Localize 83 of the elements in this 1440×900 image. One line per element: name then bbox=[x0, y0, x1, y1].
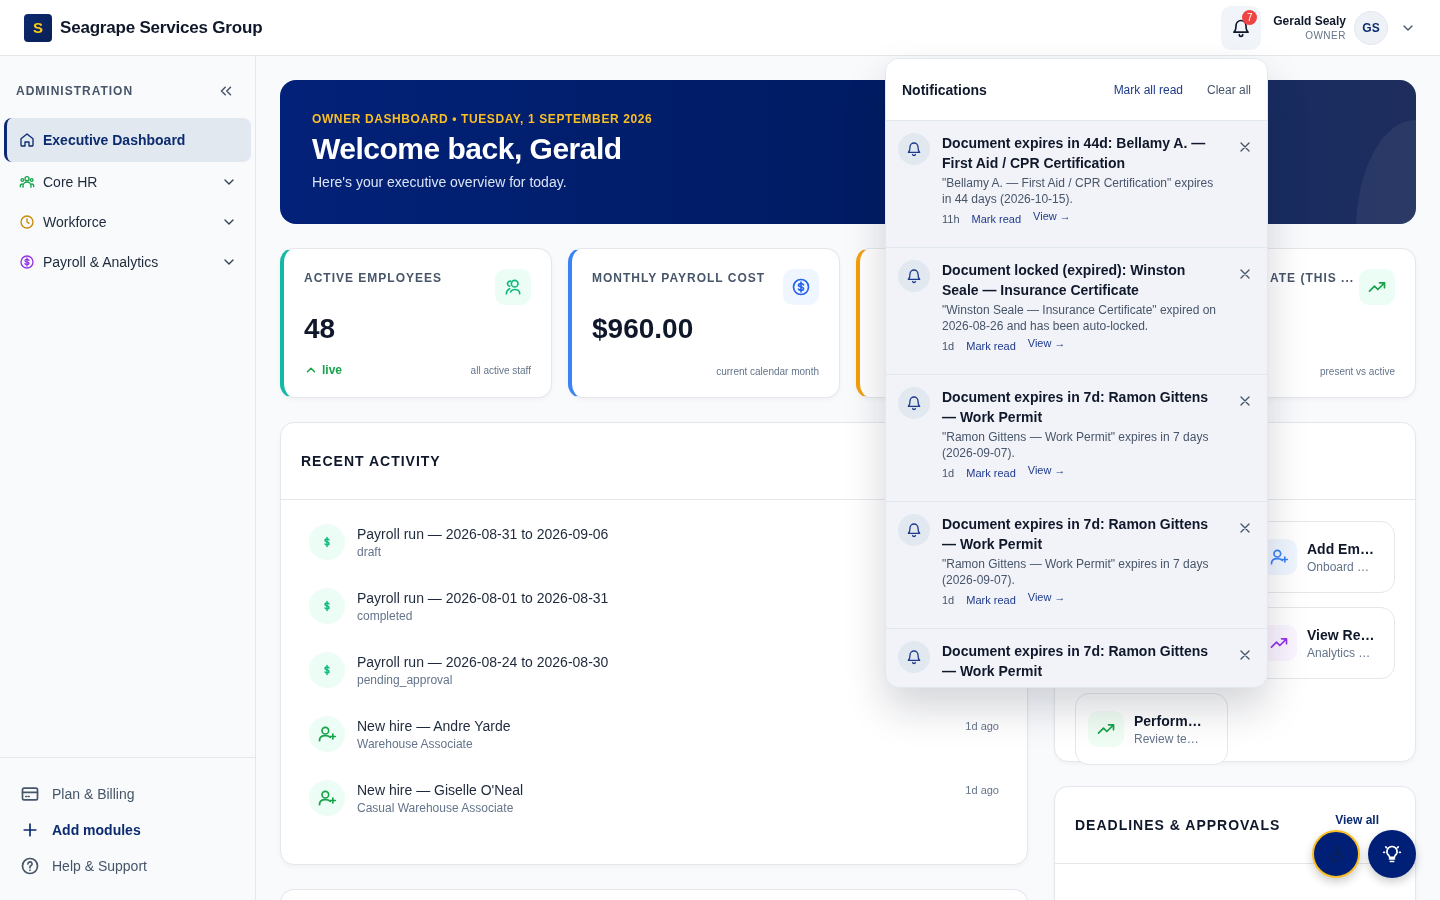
sidebar-footer-link[interactable]: Plan & Billing bbox=[20, 776, 255, 812]
card-title: DEADLINES & APPROVALS bbox=[1075, 817, 1281, 833]
view-link[interactable]: View → bbox=[1027, 337, 1066, 349]
view-link[interactable]: View → bbox=[1027, 591, 1066, 603]
view-link[interactable]: View → bbox=[1027, 464, 1066, 476]
sidebar-item[interactable]: Workforce bbox=[4, 202, 251, 242]
banner-title: Welcome back, Gerald bbox=[312, 132, 622, 166]
sidebar-footer-link[interactable]: Add modules bbox=[20, 812, 255, 848]
kpi-note: present vs active bbox=[1319, 366, 1395, 377]
user-plus-icon bbox=[1269, 547, 1289, 567]
activity-title: Payroll run — 2026-08-31 to 2026-09-06 bbox=[357, 526, 609, 542]
quick-action-card[interactable]: Perform… Review te… bbox=[1075, 693, 1228, 765]
kpi-value: $960.00 bbox=[592, 313, 695, 345]
kpi-label: MONTHLY PAYROLL COST bbox=[592, 271, 766, 285]
activity-time: 1d ago bbox=[965, 784, 999, 796]
sidebar-item[interactable]: Core HR bbox=[4, 162, 251, 202]
banner-subtitle: Here's your executive overview for today. bbox=[312, 174, 567, 190]
notification-body: "Bellamy A. — First Aid / CPR Certification" expires in 44 days (2026-10-15). bbox=[942, 175, 1215, 207]
notification-title: Document expires in 7d: Ramon Gittens — Work Permit bbox=[942, 515, 1210, 554]
activity-subtitle: Warehouse Associate bbox=[357, 737, 473, 751]
brand-name: Seagrape Services Group bbox=[60, 17, 263, 38]
panel-title: Notifications bbox=[902, 81, 988, 98]
mark-read-link[interactable]: Mark read bbox=[966, 594, 1016, 606]
kpi-note: all active staff bbox=[470, 364, 531, 376]
sidebar-section-title: ADMINISTRATION bbox=[16, 84, 134, 98]
people-icon bbox=[503, 277, 523, 297]
dollar-circle-icon bbox=[791, 277, 811, 297]
card-title: RECENT ACTIVITY bbox=[301, 453, 441, 469]
user-name: Gerald Sealy bbox=[1273, 14, 1346, 28]
view-link[interactable]: View → bbox=[1033, 210, 1071, 222]
banner-eyebrow: OWNER DASHBOARD • TUESDAY, 1 SEPTEMBER 2026 bbox=[312, 112, 653, 126]
user-role: OWNER bbox=[1305, 30, 1346, 41]
notification-body: "Winston Seale — Insurance Certificate" expired on 2026-08-26 and has been auto-locked. bbox=[942, 302, 1217, 334]
notification-count-badge: 7 bbox=[1242, 9, 1258, 25]
quick-action-subtitle: Analytics … bbox=[1307, 645, 1372, 660]
notification-time: 11h bbox=[942, 213, 960, 225]
sidebar-footer-link[interactable]: Help & Support bbox=[20, 848, 255, 884]
view-all-link[interactable]: View all bbox=[1335, 813, 1379, 827]
activity-title: New hire — Andre Yarde bbox=[357, 718, 511, 734]
activity-time: 1d ago bbox=[965, 720, 999, 732]
nav-icon bbox=[19, 214, 35, 230]
activity-subtitle: draft bbox=[357, 545, 381, 559]
activity-subtitle: Casual Warehouse Associate bbox=[357, 801, 514, 815]
activity-title: Payroll run — 2026-08-01 to 2026-08-31 bbox=[357, 590, 609, 606]
quick-action-subtitle: Review te… bbox=[1134, 731, 1200, 746]
help-icon bbox=[20, 856, 40, 876]
activity-title: Payroll run — 2026-08-24 to 2026-08-30 bbox=[357, 654, 609, 670]
clear-all-link[interactable]: Clear all bbox=[1207, 82, 1251, 97]
activity-subtitle: completed bbox=[357, 609, 413, 623]
activity-title: New hire — Giselle O'Neal bbox=[357, 782, 524, 798]
notification-time: 1d bbox=[942, 340, 955, 352]
nav-icon bbox=[19, 132, 35, 148]
notification-body: "Ramon Gittens — Work Permit" expires in 7 days (2026-09-07). bbox=[942, 556, 1210, 588]
kpi-note: current calendar month bbox=[716, 366, 819, 377]
sidebar-item[interactable]: Payroll & Analytics bbox=[4, 242, 251, 282]
notifications-button[interactable]: 7 bbox=[1221, 5, 1262, 50]
brand-logo: S bbox=[24, 13, 52, 42]
nav-icon bbox=[19, 254, 35, 270]
notification-title: Document locked (expired): Winston Seale — Insurance Certificate bbox=[942, 261, 1187, 300]
kpi-label: ATE (THIS ... bbox=[1270, 271, 1355, 285]
notification-title: Document expires in 7d: Ramon Gittens — Work Permit bbox=[942, 642, 1210, 681]
nav-icon bbox=[19, 174, 35, 190]
mark-all-read-link[interactable]: Mark all read bbox=[1113, 82, 1183, 97]
quick-action-subtitle: Onboard … bbox=[1307, 559, 1371, 574]
lightbulb-icon bbox=[1382, 844, 1402, 864]
kpi-value: 48 bbox=[304, 313, 337, 345]
kpi-label: ACTIVE EMPLOYEES bbox=[304, 271, 443, 285]
quick-action-title: View Re… bbox=[1307, 626, 1375, 643]
mark-read-link[interactable]: Mark read bbox=[966, 340, 1016, 352]
user-avatar[interactable]: GS bbox=[1354, 10, 1388, 45]
notification-time: 1d bbox=[942, 594, 955, 606]
kpi-trend: live bbox=[304, 363, 342, 377]
activity-subtitle: pending_approval bbox=[357, 673, 453, 687]
notification-title: Document expires in 44d: Bellamy A. — First Aid / CPR Certification bbox=[942, 134, 1207, 173]
mark-read-link[interactable]: Mark read bbox=[966, 467, 1016, 479]
quick-action-title: Perform… bbox=[1134, 712, 1202, 729]
quick-action-title: Add Em… bbox=[1307, 540, 1374, 557]
sidebar-item[interactable]: Executive Dashboard bbox=[4, 118, 251, 162]
notification-title: Document expires in 7d: Ramon Gittens — Work Permit bbox=[942, 388, 1210, 427]
notification-time: 1d bbox=[942, 467, 955, 479]
mark-read-link[interactable]: Mark read bbox=[971, 213, 1022, 225]
notification-body: "Ramon Gittens — Work Permit" expires in 7 days (2026-09-07). bbox=[942, 429, 1210, 461]
card-icon bbox=[20, 784, 40, 804]
